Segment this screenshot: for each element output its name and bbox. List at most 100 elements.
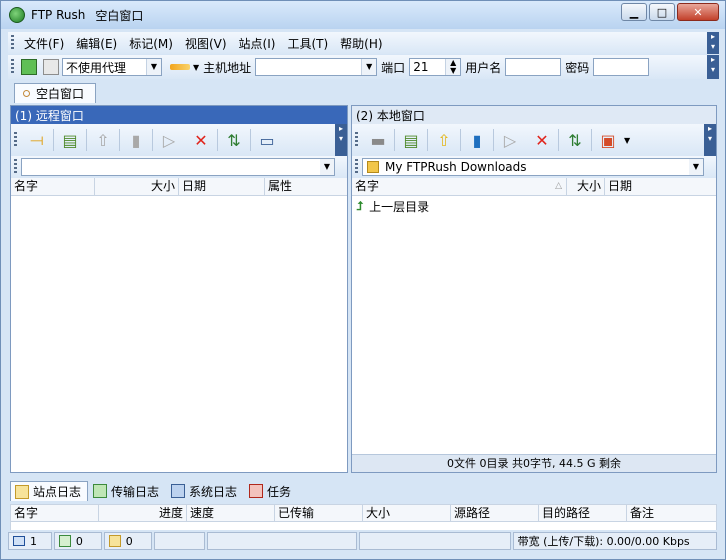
parent-folder-icon[interactable]: ⇧ [433, 129, 455, 151]
status-count-downloads: 0 [125, 534, 133, 548]
separator [493, 129, 494, 151]
tab-system-log[interactable]: 系统日志 [166, 481, 244, 501]
col-transferred[interactable]: 已传输 [275, 505, 363, 521]
status-cell-empty [207, 532, 358, 550]
local-toolbar-overflow-icon[interactable]: ▸ ▾ [704, 124, 716, 156]
menu-view[interactable]: 视图(V) [179, 35, 233, 52]
col-progress[interactable]: 进度 [99, 505, 187, 521]
separator [53, 129, 54, 151]
host-input[interactable]: ▼ [255, 58, 378, 76]
app-window: FTP Rush 空白窗口 ▁ □ ✕ 文件(F) 编辑(E) 标记(M) 视图… [0, 0, 726, 560]
status-cell-empty [359, 532, 511, 550]
chevron-down-icon: ▼ [689, 159, 703, 175]
separator [217, 129, 218, 151]
tab-blank-window[interactable]: 空白窗口 [14, 83, 96, 103]
col-source[interactable]: 源路径 [451, 505, 539, 521]
col-task-size[interactable]: 大小 [363, 505, 451, 521]
grip-handle[interactable] [355, 159, 358, 175]
menu-overflow-icon[interactable]: ▸ ▾ [707, 32, 719, 54]
status-count-windows: 1 [30, 534, 37, 548]
grip-handle[interactable] [14, 132, 17, 148]
transfer-play-icon[interactable]: ▷ [499, 129, 521, 151]
bookmark-icon[interactable]: ▮ [125, 129, 147, 151]
chevron-down-icon: ▼ [361, 59, 377, 75]
menu-site[interactable]: 站点(I) [233, 35, 282, 52]
list-item[interactable]: ⮥ 上一层目录 [352, 196, 716, 217]
menu-tools[interactable]: 工具(T) [281, 35, 334, 52]
remote-column-header: 名字 大小 日期 属性 [11, 178, 347, 196]
app-name: FTP Rush [31, 8, 86, 22]
local-path-select[interactable]: My FTPRush Downloads ▼ [362, 158, 704, 176]
col-attr[interactable]: 属性 [265, 178, 347, 195]
menu-file[interactable]: 文件(F) [18, 35, 70, 52]
col-name[interactable]: 名字 [11, 178, 95, 195]
tab-tasks[interactable]: 任务 [244, 481, 298, 501]
chevron-down-icon: ▼ [320, 159, 334, 175]
col-task-name[interactable]: 名字 [11, 505, 99, 521]
drive-icon[interactable]: ▬ [367, 129, 389, 151]
refresh-list-icon[interactable]: ▤ [59, 129, 81, 151]
grip-handle[interactable] [355, 132, 358, 148]
col-speed[interactable]: 速度 [187, 505, 275, 521]
folder-options-icon[interactable]: ▣ [597, 129, 619, 151]
computer-icon[interactable]: ▭ [256, 129, 278, 151]
port-label: 端口 [381, 60, 406, 75]
parent-folder-icon[interactable]: ⇧ [92, 129, 114, 151]
sync-icon[interactable]: ⇅ [223, 129, 245, 151]
toolbar-overflow-icon[interactable]: ▸ ▾ [707, 55, 719, 79]
task-list[interactable] [10, 522, 717, 530]
sync-icon[interactable]: ⇅ [564, 129, 586, 151]
maximize-button[interactable]: □ [649, 3, 675, 21]
remote-file-list[interactable] [11, 196, 347, 456]
bookmark-icon[interactable]: ▮ [466, 129, 488, 151]
proxy-value: 不使用代理 [66, 60, 127, 75]
delete-icon[interactable]: ✕ [190, 129, 212, 151]
tab-site-log[interactable]: 站点日志 [10, 481, 89, 501]
minimize-button[interactable]: ▁ [621, 3, 647, 21]
tab-transfer-log[interactable]: 传输日志 [88, 481, 166, 501]
delete-icon[interactable]: ✕ [531, 129, 553, 151]
col-size[interactable]: 大小 [95, 178, 179, 195]
disconnect-icon[interactable] [43, 59, 59, 75]
connect-plug-icon[interactable]: ⟞ [26, 129, 48, 151]
chevron-down-icon[interactable]: ▼ [624, 136, 630, 145]
status-bar: 1 0 0 带宽 (上传/下载): 0.00/0.00 Kbps [8, 532, 719, 552]
col-date[interactable]: 日期 [179, 178, 265, 195]
grip-handle[interactable] [14, 159, 17, 175]
port-stepper[interactable]: 21 ▲ ▼ [409, 58, 462, 76]
user-input[interactable] [505, 58, 562, 76]
password-input[interactable] [593, 58, 650, 76]
transfer-play-icon[interactable]: ▷ [158, 129, 180, 151]
up-arrow-icon: ⮥ [356, 199, 364, 213]
remote-path-select[interactable]: ▼ [21, 158, 335, 176]
folder-icon [367, 161, 379, 173]
proxy-select[interactable]: 不使用代理 ▼ [62, 58, 162, 76]
list-item-label: 上一层目录 [369, 200, 430, 214]
quick-connect-icon[interactable] [170, 64, 190, 70]
grip-handle[interactable] [11, 35, 14, 51]
separator [152, 129, 153, 151]
local-status: 0文件 0目录 共0字节, 44.5 G 剩余 [352, 454, 716, 472]
grip-handle[interactable] [11, 59, 14, 75]
tab-dot-icon [23, 90, 30, 97]
menu-edit[interactable]: 编辑(E) [70, 35, 123, 52]
refresh-list-icon[interactable]: ▤ [400, 129, 422, 151]
separator [119, 129, 120, 151]
close-button[interactable]: ✕ [677, 3, 719, 21]
chevron-down-icon[interactable]: ▼ [193, 63, 199, 72]
tab-label: 站点日志 [33, 485, 82, 499]
site-manager-icon[interactable] [21, 59, 37, 75]
col-size[interactable]: 大小 [567, 178, 605, 195]
menu-mark[interactable]: 标记(M) [123, 35, 179, 52]
menu-help[interactable]: 帮助(H) [334, 35, 388, 52]
col-date[interactable]: 日期 [605, 178, 713, 195]
col-destination[interactable]: 目的路径 [539, 505, 627, 521]
tasks-icon [249, 484, 264, 498]
separator [250, 129, 251, 151]
col-note[interactable]: 备注 [627, 505, 716, 521]
remote-toolbar-overflow-icon[interactable]: ▸ ▾ [335, 124, 347, 156]
col-name[interactable]: 名字 △ [352, 178, 567, 195]
spin-arrows-icon[interactable]: ▲ ▼ [445, 59, 461, 75]
remote-path-bar: ▼ [11, 156, 347, 178]
remote-toolbar: ⟞ ▤ ⇧ ▮ ▷ ✕ ⇅ ▭ ▸ ▾ [11, 124, 347, 156]
